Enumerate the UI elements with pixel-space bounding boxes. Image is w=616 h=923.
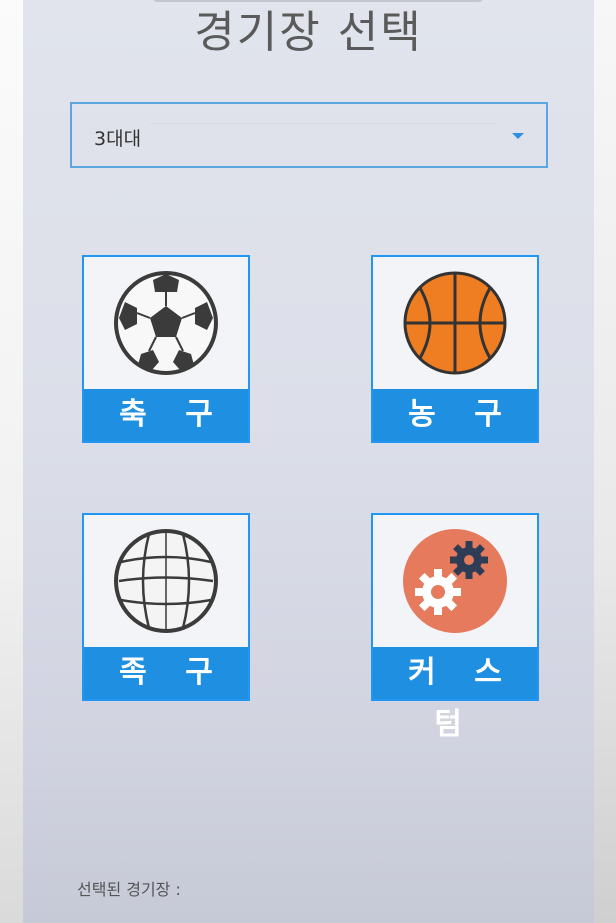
volleyball-icon: [84, 515, 248, 647]
tile-label: 족 구: [84, 647, 248, 699]
soccer-ball-icon: [84, 257, 248, 389]
tile-custom[interactable]: 커 스 텀: [371, 513, 539, 742]
tile-basketball[interactable]: 농 구: [371, 255, 539, 443]
tile-label: 축 구: [84, 389, 248, 441]
chevron-down-icon[interactable]: [512, 133, 524, 139]
status-bar-remnant: [153, 0, 483, 2]
basketball-icon: [373, 257, 537, 389]
right-frame: [594, 0, 616, 923]
tile-label: 커 스 텀: [373, 647, 537, 742]
page-title: 경기장 선택: [194, 7, 423, 58]
gears-icon: [373, 515, 537, 647]
tile-soccer[interactable]: 축 구: [82, 255, 250, 443]
dropdown-selected-value: 3대대: [94, 128, 142, 150]
selected-stadium-label: 선택된 경기장 :: [77, 880, 181, 899]
tile-jokgu[interactable]: 족 구: [82, 513, 250, 701]
battalion-select[interactable]: 3대대: [70, 102, 548, 168]
dropdown-underline: [150, 123, 496, 124]
app-screen: 경기장 선택 3대대 축 구 농 구 족 구 커 스 텀 선택된 경기장:: [23, 0, 594, 923]
left-frame: [0, 0, 23, 923]
tile-label: 농 구: [373, 389, 537, 441]
